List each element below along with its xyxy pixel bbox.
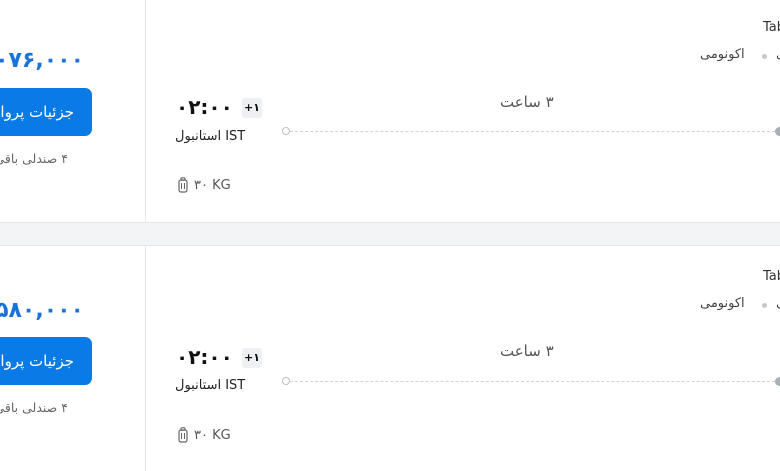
cabin-class: اکونومی [700,296,745,311]
separator-dot [762,303,767,308]
card-divider [145,246,146,471]
baggage-text: ۳۰ KG [194,177,231,193]
next-day-badge: +۱ [242,348,262,368]
airline-name: Tab [763,20,780,35]
separator-dot [762,54,767,59]
suitcase-icon [178,177,188,193]
route-line [290,131,780,132]
flight-details-button[interactable]: جزئیات پرواز [0,88,92,136]
cut-off-text: ی [776,47,780,62]
airline-name: Tab [763,269,780,284]
baggage-allowance: ۳۰ KG [178,177,231,193]
seats-remaining: ۴ صندلی باقی‌مانده [0,400,68,415]
arrival-city: استانبول IST [175,129,246,144]
card-divider [145,0,146,222]
flight-price: ۵۸۰,۰۰۰ [0,298,84,323]
arrival-time: ۰۲:۰۰ [176,95,233,119]
route-start-dot [282,127,290,135]
flight-card: ۵۰۷۶,۰۰۰ جزئیات پرواز ۴ صندلی باقی‌مانده… [0,0,780,223]
cabin-class: اکونومی [700,47,745,62]
flight-price: ۵۰۷۶,۰۰۰ [0,48,84,73]
seats-remaining: ۴ صندلی باقی‌مانده [0,151,68,166]
next-day-badge: +۱ [242,98,262,118]
baggage-text: ۳۰ KG [194,427,231,443]
arrival-city: استانبول IST [175,378,246,393]
baggage-allowance: ۳۰ KG [178,427,231,443]
cut-off-text: ی [776,296,780,311]
route-end-dot [775,377,780,386]
flight-card: ۵۸۰,۰۰۰ جزئیات پرواز ۴ صندلی باقی‌مانده … [0,245,780,471]
route-start-dot [282,377,290,385]
arrival-time: ۰۲:۰۰ [176,345,233,369]
flight-details-button[interactable]: جزئیات پرواز [0,337,92,385]
route-line [290,381,780,382]
flight-duration: ۳ ساعت [500,93,554,111]
route-end-dot [775,127,780,136]
suitcase-icon [178,427,188,443]
flight-duration: ۳ ساعت [500,342,554,360]
